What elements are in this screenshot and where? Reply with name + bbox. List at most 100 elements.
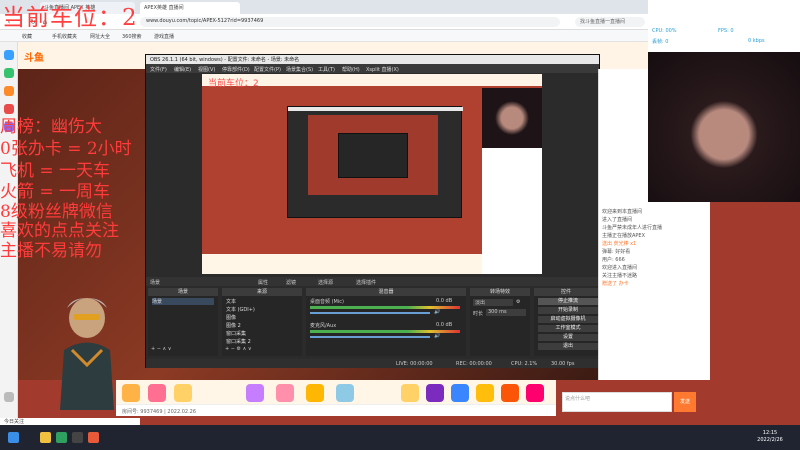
mixer-channel-label: 麦克风/Aux: [310, 323, 337, 329]
site-logo[interactable]: 斗鱼: [24, 49, 44, 64]
gift-icon[interactable]: [306, 384, 324, 402]
transitions-dock-header: 转场特效: [470, 288, 530, 296]
controls-dock: 停止推流 开始录制 启动虚拟摄像机 工作室模式 设置 退出: [534, 296, 598, 356]
overlay-title: 当前车位：2: [2, 5, 138, 31]
sidebar-app-icon[interactable]: [4, 50, 14, 60]
add-source-icon[interactable]: + − ⚙ ∧ ∨: [225, 346, 252, 352]
browser-taskbar-icon[interactable]: [56, 432, 67, 443]
gift-icon[interactable]: [174, 384, 192, 402]
controls-dock-header: 控件: [534, 288, 598, 296]
game-character-image: [60, 298, 114, 410]
source-item[interactable]: 窗口采集: [226, 330, 246, 337]
gift-icon[interactable]: [526, 384, 544, 402]
gift-icon[interactable]: [401, 384, 419, 402]
bookmark-item[interactable]: 游戏直播: [154, 33, 174, 40]
stream-stats-panel: CPU: 00% FPS: 0 丢帧: 0 0 kbps: [648, 0, 800, 52]
transition-select[interactable]: 淡出: [473, 299, 513, 306]
gift-icon[interactable]: [476, 384, 494, 402]
chat-message: 弹幕: 好好看: [602, 249, 631, 255]
exit-button[interactable]: 退出: [538, 343, 598, 350]
duration-input[interactable]: 300 ms: [486, 309, 526, 316]
scene-item[interactable]: 场景: [152, 298, 214, 305]
obs-menu-item[interactable]: 工具(T): [318, 66, 335, 73]
studio-mode-button[interactable]: 工作室模式: [538, 325, 598, 332]
bookmark-item[interactable]: 收藏: [22, 33, 32, 40]
chat-message: 进入了直播间: [602, 217, 633, 223]
chat-message: 用户: 666: [602, 257, 625, 263]
preview-overlay-title: 当前车位：2: [208, 79, 259, 89]
virtual-camera-button[interactable]: 启动虚拟摄像机: [538, 316, 598, 323]
gift-icon[interactable]: [426, 384, 444, 402]
chat-input[interactable]: 说点什么吧: [562, 392, 672, 412]
dropped-stat: 丢帧: 0: [652, 39, 669, 45]
gift-icon[interactable]: [501, 384, 519, 402]
mixer-dock-header: 混音器: [306, 288, 466, 296]
obs-menu-item[interactable]: 停靠部件(D): [222, 66, 250, 73]
select-plugin-button[interactable]: 选择插件: [356, 279, 376, 286]
select-source-button[interactable]: 选择源: [318, 279, 333, 286]
source-item[interactable]: 文本: [226, 298, 236, 305]
scenes-dock: 场景 + − ∧ ∨: [148, 296, 218, 356]
obs-menu-item[interactable]: 编辑(E): [174, 66, 191, 73]
source-item[interactable]: 文本 (GDI+): [226, 306, 255, 313]
obs-taskbar-icon[interactable]: [72, 432, 83, 443]
sidebar-app-icon[interactable]: [4, 86, 14, 96]
gift-icon[interactable]: [148, 384, 166, 402]
obs-menu-item[interactable]: 帮助(H): [342, 66, 360, 73]
gift-icon[interactable]: [451, 384, 469, 402]
mixer-channel-db: 0.0 dB: [436, 298, 453, 304]
bookmark-item[interactable]: 网址大全: [90, 33, 110, 40]
webcam-feed: [648, 52, 800, 202]
bookmark-item[interactable]: 手机收藏夹: [52, 33, 77, 40]
mixer-channel-db: 0.0 dB: [436, 322, 453, 328]
obs-menu-item[interactable]: Xsplit 直播(X): [366, 66, 399, 73]
chat-message: 主播正在播放APEX: [602, 233, 646, 239]
explorer-icon[interactable]: [40, 432, 51, 443]
obs-preview[interactable]: 当前车位：2: [202, 74, 542, 274]
desktop-screen: 斗鱼直播间 APEX 英雄 APEX英雄 直播间 – □ ✕ ‹ › ↻ ⌂ w…: [0, 0, 800, 450]
gift-icon[interactable]: [122, 384, 140, 402]
stop-streaming-button[interactable]: 停止推流: [538, 298, 598, 305]
browser-search-input[interactable]: 找斗鱼直播一直播间: [575, 17, 645, 27]
chat-message: 欢迎来到本直播间: [602, 209, 643, 215]
browser-tab-active[interactable]: APEX英雄 直播间: [140, 2, 240, 14]
properties-tab[interactable]: 属性: [258, 279, 268, 286]
fps-stat: FPS: 0: [718, 28, 734, 34]
url-input[interactable]: www.douyu.com/topic/APEX-5127rid=9937469: [140, 17, 560, 27]
send-button[interactable]: 发送: [674, 392, 696, 412]
speaker-icon[interactable]: 🔊: [434, 309, 440, 315]
volume-slider[interactable]: [310, 336, 430, 338]
sidebar-app-icon[interactable]: [4, 68, 14, 78]
obs-menu-item[interactable]: 视图(V): [198, 66, 215, 73]
bookmark-item[interactable]: 360搜索: [122, 33, 142, 40]
system-clock[interactable]: 12:15 2022/2/26: [748, 430, 792, 444]
source-item[interactable]: 图像 2: [226, 322, 241, 329]
obs-menu-item[interactable]: 场景集合(S): [286, 66, 313, 73]
app-taskbar-icon[interactable]: [88, 432, 99, 443]
obs-menu-item[interactable]: 配置文件(P): [254, 66, 281, 73]
gift-icon[interactable]: [246, 384, 264, 402]
room-info-text: 房间号: 9937469 | 2022.02.26: [122, 409, 197, 415]
cpu-status: CPU: 2.1%: [511, 361, 538, 367]
start-recording-button[interactable]: 开始录制: [538, 307, 598, 314]
obs-menu-item[interactable]: 文件(F): [150, 66, 167, 73]
filters-tab[interactable]: 滤镜: [286, 279, 296, 286]
mixer-channel-label: 桌面音频 (Mic): [310, 299, 344, 305]
sidebar-add-icon[interactable]: [4, 392, 14, 402]
speaker-icon[interactable]: 🔊: [434, 333, 440, 339]
source-item[interactable]: 窗口采集 2: [226, 338, 251, 345]
gear-icon[interactable]: ⚙: [516, 299, 520, 305]
add-scene-icon[interactable]: + − ∧ ∨: [151, 346, 171, 352]
source-item[interactable]: 图像: [226, 314, 236, 321]
gift-icon[interactable]: [336, 384, 354, 402]
chat-message: 欢迎进入直播间: [602, 265, 638, 271]
obs-title-bar: OBS 26.1.1 (64 bit, windows) - 配置文件: 未命名…: [146, 55, 599, 64]
room-info-bar: 房间号: 9937469 | 2022.02.26: [116, 404, 556, 416]
start-icon[interactable]: [8, 432, 19, 443]
scene-label: 场景: [150, 280, 161, 286]
volume-slider[interactable]: [310, 312, 430, 314]
fps-status: 30.00 fps: [551, 361, 575, 367]
settings-button[interactable]: 设置: [538, 334, 598, 341]
gift-icon[interactable]: [276, 384, 294, 402]
rec-status: REC: 00:00:00: [456, 361, 492, 367]
